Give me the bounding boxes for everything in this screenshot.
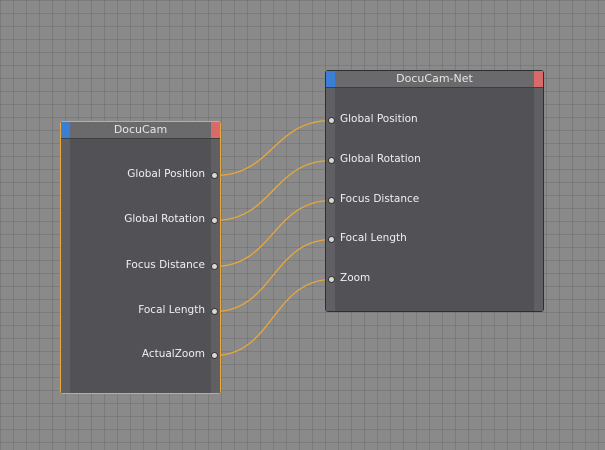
input-label-global-rotation: Global Rotation [340,153,421,165]
docucam-net-node-title[interactable]: DocuCam-Net [326,71,543,88]
output-port-global-position[interactable] [211,172,218,179]
output-label-global-rotation: Global Rotation [124,213,205,225]
input-label-global-position: Global Position [340,113,418,125]
input-port-global-position[interactable] [328,117,335,124]
input-label-focal-length: Focal Length [340,232,407,244]
docucam-node[interactable]: DocuCam Global Position Global Rotation … [60,121,221,394]
connection-wire-3[interactable] [214,238,332,313]
output-port-focus-distance[interactable] [211,263,218,270]
output-port-global-rotation[interactable] [211,217,218,224]
output-label-focal-length: Focal Length [138,304,205,316]
docucam-net-output-strip [534,88,543,311]
output-label-focus-distance: Focus Distance [125,259,205,271]
docucam-node-title[interactable]: DocuCam [61,122,220,139]
input-port-global-rotation[interactable] [328,157,335,164]
output-port-actual-zoom[interactable] [211,352,218,359]
connection-wire-0[interactable] [214,119,332,177]
input-port-focal-length[interactable] [328,236,335,243]
docucam-net-node-left-corner [326,71,335,87]
connection-wire-2[interactable] [214,199,332,268]
input-label-focus-distance: Focus Distance [340,193,420,205]
input-port-focus-distance[interactable] [328,197,335,204]
output-label-global-position: Global Position [127,168,205,180]
docucam-input-strip [61,139,70,393]
input-port-zoom[interactable] [328,276,335,283]
docucam-node-right-corner [211,122,220,138]
connection-wire-1[interactable] [214,159,332,222]
docucam-net-node[interactable]: DocuCam-Net Global Position Global Rotat… [325,70,544,312]
output-label-actual-zoom: ActualZoom [141,348,205,360]
connection-wire-4[interactable] [214,278,332,357]
docucam-node-left-corner [61,122,70,138]
output-port-focal-length[interactable] [211,308,218,315]
input-label-zoom: Zoom [340,272,371,284]
docucam-net-node-right-corner [534,71,543,87]
